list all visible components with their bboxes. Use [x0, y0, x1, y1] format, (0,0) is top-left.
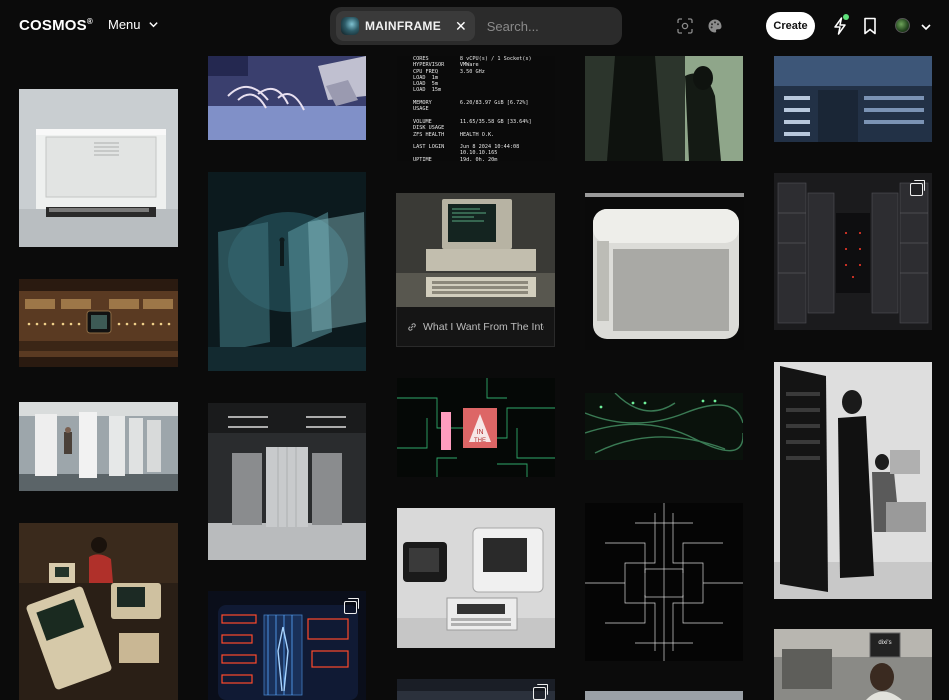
scan-icon[interactable]	[677, 18, 693, 34]
glass-panels-image	[208, 172, 366, 371]
steel-server-room-image	[208, 403, 366, 560]
link-card[interactable]: What I Want From The Inte...	[396, 307, 555, 347]
image-tile-circuit-diagram[interactable]	[585, 503, 743, 661]
image-tile-white-box-computer[interactable]	[585, 191, 744, 350]
image-tile-computer-workstation[interactable]	[397, 508, 555, 648]
circuit-sign-image: IN THE	[397, 378, 555, 477]
white-mainframe-image	[19, 89, 178, 247]
image-tile-steel-server-room[interactable]	[208, 403, 366, 560]
bookmark-icon[interactable]	[860, 16, 880, 36]
bottom-gray-image	[585, 691, 743, 700]
dark-server-hall-image	[774, 173, 932, 330]
image-tile-bottom-dark[interactable]	[397, 679, 555, 700]
stack-icon	[533, 684, 548, 700]
cosmos-logo[interactable]: COSMOS®	[19, 17, 93, 34]
panel-console-image	[19, 279, 178, 367]
image-tile-circuit-sign[interactable]: IN THE	[397, 378, 555, 477]
link-card-title: What I Want From The Inte...	[423, 320, 544, 333]
avatar[interactable]	[895, 18, 910, 33]
computer-workstation-image	[397, 508, 555, 648]
image-tile-wireframe-screen[interactable]	[208, 591, 366, 700]
wireframe-screen-image	[208, 591, 366, 700]
image-tile-green-cables[interactable]	[585, 393, 743, 460]
image-tile-system-status-terminal[interactable]: CORES 8 vCPU(s) / 1 Socket(s) HYPERVISOR …	[397, 56, 555, 161]
white-cabinets-room-image	[19, 402, 178, 491]
chevron-down-icon	[148, 22, 158, 28]
white-box-computer-image	[585, 191, 744, 350]
blue-rack-image	[774, 56, 932, 142]
image-tile-vintage-pc[interactable]	[396, 193, 555, 307]
image-tile-blue-rack[interactable]	[774, 56, 932, 142]
search-input[interactable]	[486, 18, 663, 34]
sign-line-2: THE	[474, 438, 486, 444]
sign-line-1: IN	[477, 429, 484, 436]
image-tile-operator-terminals[interactable]	[19, 523, 178, 700]
image-tile-white-cabinets-room[interactable]	[19, 402, 178, 491]
image-tile-white-mainframe[interactable]	[19, 89, 178, 247]
close-icon[interactable]: ✕	[455, 18, 467, 35]
terminal-line: UPTIME 19d, 0h, 20m	[413, 156, 498, 161]
image-tile-retro-office[interactable]: dixi's	[774, 629, 932, 700]
figures-at-rack-image	[774, 362, 932, 599]
search-bar: MAINFRAME ✕	[330, 7, 722, 45]
collection-chip-thumbnail	[341, 17, 359, 35]
circuit-diagram-image	[585, 503, 743, 661]
tv-label: dixi's	[878, 640, 891, 646]
bottom-dark-image	[397, 679, 555, 700]
terminal-status-text: CORES 8 vCPU(s) / 1 Socket(s) HYPERVISOR …	[397, 56, 555, 161]
image-tile-figures-at-rack[interactable]	[774, 362, 932, 599]
image-tile-bottom-gray[interactable]	[585, 691, 743, 700]
vintage-pc-image	[396, 193, 555, 307]
create-button[interactable]: Create	[766, 12, 815, 40]
stack-icon	[910, 180, 925, 196]
collection-chip[interactable]: MAINFRAME ✕	[336, 11, 475, 41]
operator-terminals-image	[19, 523, 178, 700]
collection-chip-label: MAINFRAME	[365, 19, 442, 33]
image-tile-silhouette-figures[interactable]	[585, 56, 743, 161]
image-tile-panel-console[interactable]	[19, 279, 178, 367]
menu-label: Menu	[108, 17, 141, 32]
image-tile-robot-hands[interactable]	[208, 56, 366, 140]
menu-button[interactable]: Menu	[108, 17, 159, 32]
robot-hands-image	[208, 56, 366, 140]
link-icon	[408, 322, 416, 331]
notification-dot	[843, 14, 849, 20]
image-tile-glass-panels[interactable]	[208, 172, 366, 371]
chevron-down-icon[interactable]	[920, 21, 932, 33]
silhouette-figures-image	[585, 56, 743, 161]
green-cables-image	[585, 393, 743, 460]
image-tile-dark-server-hall[interactable]	[774, 173, 932, 330]
retro-office-image: dixi's	[774, 629, 932, 700]
palette-icon[interactable]	[707, 18, 723, 34]
cosmos-page: COSMOS® Menu MAINFRAME ✕ Create	[0, 0, 949, 700]
stack-icon	[344, 598, 359, 614]
